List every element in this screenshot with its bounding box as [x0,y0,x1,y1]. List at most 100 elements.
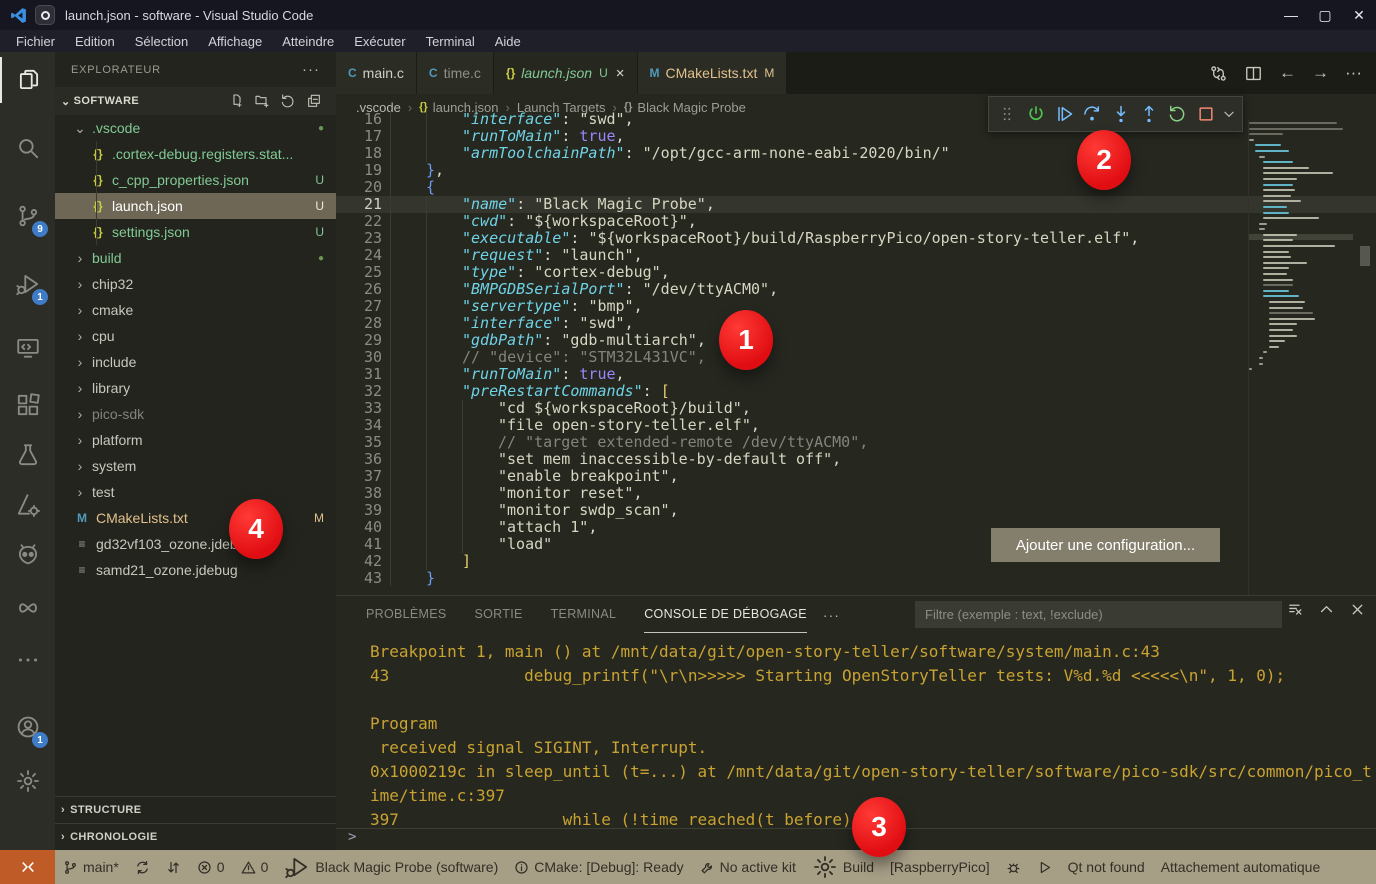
collapse-panel-icon[interactable] [1318,601,1335,618]
panel-more-icon[interactable]: ··· [823,607,840,623]
chevron-down-icon[interactable] [1222,100,1236,128]
tree-item-cmakelists-txt[interactable]: MCMakeLists.txtM [55,505,336,531]
menu-atteindre[interactable]: Atteindre [272,32,344,51]
stop-icon[interactable] [1194,100,1218,128]
status-sync[interactable] [135,860,150,875]
panel-tab-console-de-de-bogage[interactable]: CONSOLE DE DÉBOGAGE [644,597,807,633]
step-into-icon[interactable] [1109,100,1133,128]
add-configuration-button[interactable]: Ajouter une configuration... [991,528,1220,562]
maximize-button[interactable]: ▢ [1308,0,1342,30]
cmake-tools-icon[interactable] [0,482,55,528]
menu-terminal[interactable]: Terminal [416,32,485,51]
close-button[interactable]: ✕ [1342,0,1376,30]
minimize-button[interactable]: — [1274,0,1308,30]
step-over-icon[interactable] [1080,100,1104,128]
menu-selection[interactable]: Sélection [125,32,198,51]
tree-item-gd32vf103-ozone-jdebug[interactable]: ≡gd32vf103_ozone.jdebug [55,531,336,557]
manage-icon[interactable] [0,758,55,804]
tree-item-settings-json[interactable]: {}settings.jsonU [55,219,336,245]
new-file-icon[interactable] [228,93,244,109]
code-line-37[interactable]: 37"enable breakpoint", [336,468,1376,485]
code-line-29[interactable]: 29"gdbPath": "gdb-multiarch", [336,332,1376,349]
code-line-40[interactable]: 40"attach 1", [336,519,1376,536]
menu-fichier[interactable]: Fichier [6,32,65,51]
power-icon[interactable] [1023,100,1047,128]
code-line-42[interactable]: 42] [336,553,1376,570]
back-icon[interactable]: ← [1279,63,1296,83]
status-qt-status[interactable]: Qt not found [1068,859,1145,875]
folder-section-header[interactable]: ⌄ SOFTWARE [55,87,336,115]
explorer-icon[interactable] [0,57,55,103]
scrollbar-handle[interactable] [1360,246,1370,266]
menu-affichage[interactable]: Affichage [198,32,272,51]
new-folder-icon[interactable] [254,93,270,109]
code-line-28[interactable]: 28"interface": "swd", [336,315,1376,332]
accounts-icon[interactable]: 1 [0,704,55,750]
status-git-compare[interactable] [166,860,181,875]
platformio-icon[interactable] [0,532,55,578]
tree-item-library[interactable]: ›library [55,375,336,401]
tree-item--vscode[interactable]: ⌄.vscode● [55,115,336,141]
close-tab-icon[interactable]: × [616,65,625,82]
vertical-scrollbar[interactable] [1358,120,1372,595]
panel-tab-proble-mes[interactable]: PROBLÈMES [366,597,447,633]
tree-item-include[interactable]: ›include [55,349,336,375]
more-icon[interactable]: ··· [1345,63,1362,83]
remote-indicator[interactable] [0,850,55,884]
code-line-33[interactable]: 33"cd ${workspaceRoot}/build", [336,400,1376,417]
tree-item-platform[interactable]: ›platform [55,427,336,453]
collapse-all-icon[interactable] [306,93,322,109]
tree-item-cmake[interactable]: ›cmake [55,297,336,323]
restart-icon[interactable] [1165,100,1189,128]
section-chronologie[interactable]: ›CHRONOLOGIE [55,823,336,850]
status-launch-play[interactable] [1037,860,1052,875]
code-line-39[interactable]: 39"monitor swdp_scan", [336,502,1376,519]
code-line-34[interactable]: 34"file open-story-teller.elf", [336,417,1376,434]
tab-launch-json[interactable]: {}launch.jsonU× [494,52,638,94]
tree-item-pico-sdk[interactable]: ›pico-sdk [55,401,336,427]
tree-item-launch-json[interactable]: {}launch.jsonU [55,193,336,219]
step-out-icon[interactable] [1137,100,1161,128]
code-line-26[interactable]: 26"BMPGDBSerialPort": "/dev/ttyACM0", [336,281,1376,298]
code-line-20[interactable]: 20{ [336,179,1376,196]
code-line-25[interactable]: 25"type": "cortex-debug", [336,264,1376,281]
source-control-icon[interactable]: 9 [0,193,55,239]
status-cmake-build[interactable]: Build [812,854,874,880]
panel-tab-sortie[interactable]: SORTIE [475,597,523,633]
code-line-32[interactable]: 32"preRestartCommands": [ [336,383,1376,400]
code-line-38[interactable]: 38"monitor reset", [336,485,1376,502]
search-icon[interactable] [0,125,55,171]
code-line-24[interactable]: 24"request": "launch", [336,247,1376,264]
tab-cmakelists-txt[interactable]: MCMakeLists.txtM [638,52,788,94]
code-line-35[interactable]: 35// "target extended-remote /dev/ttyACM… [336,434,1376,451]
split-editor-icon[interactable] [1244,64,1263,83]
testing-icon[interactable] [0,432,55,478]
status-cmake-status[interactable]: CMake: [Debug]: Ready [514,859,683,875]
forward-icon[interactable]: → [1312,63,1329,83]
remote-explorer-icon[interactable] [0,325,55,371]
code-line-31[interactable]: 31"runToMain": true, [336,366,1376,383]
code-line-19[interactable]: 19}, [336,162,1376,179]
menu-edition[interactable]: Edition [65,32,125,51]
code-editor[interactable]: 16"interface": "swd",17"runToMain": true… [336,111,1376,586]
status-git-branch[interactable]: main* [63,859,119,875]
code-line-21[interactable]: 21"name": "Black Magic Probe", [336,196,1376,213]
code-line-22[interactable]: 22"cwd": "${workspaceRoot}", [336,213,1376,230]
status-debug-launch[interactable]: Black Magic Probe (software) [284,854,498,880]
tab-time-c[interactable]: Ctime.c [417,52,494,94]
status-auto-attach[interactable]: Attachement automatique [1161,859,1321,875]
tree-item-system[interactable]: ›system [55,453,336,479]
run-and-debug-icon[interactable]: 1 [0,261,55,307]
debug-filter-input[interactable] [915,601,1282,628]
status-cmake-kit[interactable]: No active kit [700,859,796,875]
tree-item-test[interactable]: ›test [55,479,336,505]
continue-icon[interactable] [1052,100,1076,128]
menu-executer[interactable]: Exécuter [344,32,415,51]
section-structure[interactable]: ›STRUCTURE [55,796,336,823]
menu-aide[interactable]: Aide [485,32,531,51]
tree-item-c-cpp-properties-json[interactable]: {}c_cpp_properties.jsonU [55,167,336,193]
tree-item-cpu[interactable]: ›cpu [55,323,336,349]
visual-studio-ext-icon[interactable] [0,585,55,631]
code-line-36[interactable]: 36"set mem inaccessible-by-default off", [336,451,1376,468]
tree-item-chip32[interactable]: ›chip32 [55,271,336,297]
